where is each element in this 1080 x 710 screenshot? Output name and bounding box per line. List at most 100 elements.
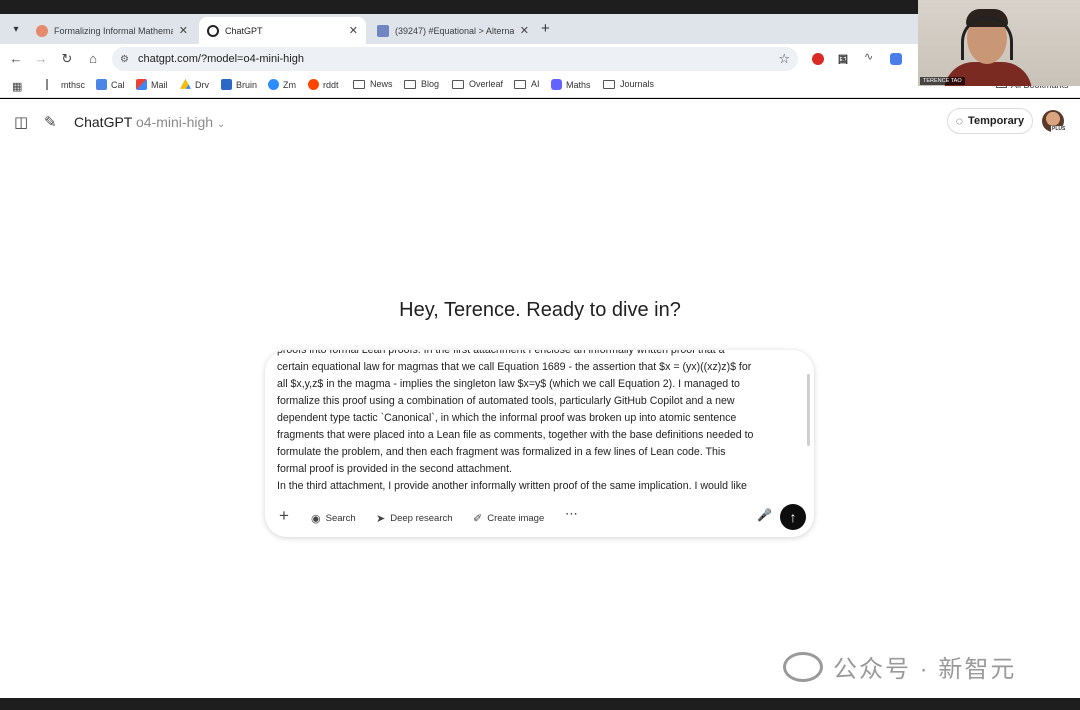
bookmark-overleaf[interactable]: Overleaf bbox=[452, 79, 503, 89]
model-selector[interactable]: ChatGPT o4-mini-high ⌄ bbox=[74, 114, 225, 130]
gmail-icon bbox=[136, 79, 147, 90]
bookmark-label: Overleaf bbox=[469, 79, 504, 89]
opera-extension-icon[interactable] bbox=[812, 53, 824, 65]
prompt-line: formulate the problem, and then each fra… bbox=[277, 446, 726, 458]
screen-bottom-bar bbox=[0, 698, 1080, 710]
tab-chatgpt[interactable]: ChatGPT ✕ bbox=[199, 17, 366, 44]
tab-equational[interactable]: (39247) #Equational > Alternati ✕ bbox=[369, 17, 537, 44]
close-tab-icon[interactable]: ✕ bbox=[520, 24, 529, 37]
address-bar[interactable]: ⚙ chatgpt.com/?model=o4-mini-high ☆ bbox=[112, 47, 798, 71]
bookmark-label: News bbox=[370, 79, 393, 89]
temporary-label: Temporary bbox=[968, 115, 1025, 127]
create-image-label: Create image bbox=[487, 512, 545, 524]
extension-icon[interactable]: ∿ bbox=[864, 50, 876, 63]
forward-arrow-icon[interactable]: → bbox=[33, 51, 49, 66]
mthsc-icon bbox=[46, 79, 57, 90]
prompt-line: formalize this proof using a combination… bbox=[277, 395, 735, 407]
prompt-line: dependent type tactic `Canonical`, in wh… bbox=[277, 412, 737, 424]
prompt-composer: proofs into formal Lean proofs. In the f… bbox=[265, 350, 814, 537]
reddit-icon bbox=[308, 79, 319, 90]
webcam-name-tag: TERENCE TAO bbox=[920, 77, 965, 85]
google-translate-extension-icon[interactable] bbox=[890, 53, 902, 65]
send-button[interactable]: ↑ bbox=[780, 504, 806, 530]
bookmark-label: Zm bbox=[283, 79, 296, 90]
bookmark-ai[interactable]: AI bbox=[514, 79, 540, 89]
bookmark-drv[interactable]: Drv bbox=[180, 79, 209, 90]
url-text: chatgpt.com/?model=o4-mini-high bbox=[137, 53, 304, 65]
folder-icon bbox=[353, 79, 365, 89]
folder-icon bbox=[603, 79, 615, 89]
greeting-heading: Hey, Terence. Ready to dive in? bbox=[399, 299, 681, 321]
search-tool-label: Search bbox=[325, 512, 356, 524]
bookmark-label: Mail bbox=[151, 79, 168, 90]
headphones-icon bbox=[961, 16, 1013, 60]
temporary-chat-icon: ◌ bbox=[955, 114, 964, 128]
folder-icon bbox=[404, 79, 416, 89]
calendar-icon bbox=[96, 79, 107, 90]
bookmark-blog[interactable]: Blog bbox=[404, 79, 439, 89]
temporary-chat-button[interactable]: ◌ Temporary bbox=[947, 108, 1033, 134]
tab-title: Formalizing Informal Mathemat bbox=[54, 25, 173, 36]
bookmark-label: Maths bbox=[566, 79, 591, 90]
tab-title: ChatGPT bbox=[225, 25, 263, 36]
new-chat-icon[interactable]: ✎ bbox=[44, 113, 57, 131]
bookmark-mthsc[interactable]: mthsc bbox=[46, 79, 85, 90]
bookmark-label: mthsc bbox=[61, 79, 86, 90]
bookmark-cal[interactable]: Cal bbox=[96, 79, 125, 90]
create-image-button[interactable]: ✐ Create image bbox=[473, 508, 544, 528]
new-tab-icon[interactable]: + bbox=[541, 20, 550, 37]
close-tab-icon[interactable]: ✕ bbox=[179, 24, 188, 37]
deep-research-button[interactable]: ➤ Deep research bbox=[376, 508, 453, 528]
paintbrush-icon: ✐ bbox=[473, 512, 483, 525]
bookmark-mail[interactable]: Mail bbox=[136, 79, 168, 90]
wechat-logo-icon bbox=[783, 651, 823, 682]
bookmark-star-icon[interactable]: ☆ bbox=[778, 51, 790, 67]
telescope-icon: ➤ bbox=[376, 512, 386, 525]
more-tools-icon[interactable]: ⋯ bbox=[565, 506, 579, 522]
prompt-text: proofs into formal Lean proofs. In the f… bbox=[277, 350, 799, 495]
sidebar-toggle-icon[interactable]: ◫ bbox=[14, 113, 28, 131]
back-arrow-icon[interactable]: ← bbox=[8, 51, 24, 66]
translate-extension-icon[interactable]: 国 bbox=[838, 51, 850, 66]
bookmark-journals[interactable]: Journals bbox=[603, 79, 654, 89]
add-attachment-icon[interactable]: + bbox=[279, 506, 289, 526]
drive-icon bbox=[180, 79, 191, 89]
tab-title: (39247) #Equational > Alternati bbox=[395, 25, 514, 36]
watermark-text: 公众号 · 新智元 bbox=[833, 656, 1017, 683]
bookmark-zm[interactable]: Zm bbox=[268, 79, 296, 90]
site-settings-icon[interactable]: ⚙ bbox=[120, 54, 129, 65]
chatgpt-page: ◫ ✎ ChatGPT o4-mini-high ⌄ ◌ Temporary P… bbox=[0, 99, 1080, 698]
tab-formalizing[interactable]: Formalizing Informal Mathemat ✕ bbox=[28, 17, 196, 44]
bookmark-maths[interactable]: Maths bbox=[551, 79, 591, 90]
bookmark-rddt[interactable]: rddt bbox=[308, 79, 339, 90]
tab-favicon-icon bbox=[36, 24, 48, 37]
app-name: ChatGPT bbox=[74, 114, 133, 130]
bookmark-news[interactable]: News bbox=[353, 79, 393, 89]
bookmark-label: rddt bbox=[323, 79, 339, 90]
mastodon-icon bbox=[551, 79, 562, 90]
home-icon[interactable]: ⌂ bbox=[85, 51, 101, 66]
bookmark-label: AI bbox=[531, 79, 540, 89]
folder-icon bbox=[452, 79, 464, 89]
zulip-favicon-icon bbox=[377, 24, 389, 37]
bookmark-label: Cal bbox=[111, 79, 125, 90]
reload-icon[interactable]: ↻ bbox=[59, 51, 75, 67]
apps-grid-icon[interactable]: ▦ bbox=[12, 80, 22, 93]
search-tool-button[interactable]: ◉ Search bbox=[311, 508, 356, 528]
close-tab-icon[interactable]: ✕ bbox=[349, 24, 358, 37]
prompt-line: all $x,y,z$ in the magma - implies the s… bbox=[277, 378, 740, 390]
bookmark-label: Drv bbox=[195, 79, 209, 90]
prompt-line: fragments that were placed into a Lean f… bbox=[277, 429, 754, 441]
model-name: o4-mini-high bbox=[136, 114, 214, 130]
bruin-icon bbox=[221, 79, 232, 90]
prompt-scrollbar[interactable] bbox=[807, 374, 810, 446]
prompt-line: formal proof is provided in the second a… bbox=[277, 463, 512, 475]
microphone-icon[interactable]: 🎤 bbox=[757, 508, 772, 522]
deep-research-label: Deep research bbox=[390, 512, 453, 524]
bookmark-bruin[interactable]: Bruin bbox=[221, 79, 257, 90]
globe-icon: ◉ bbox=[311, 512, 321, 525]
prompt-input[interactable]: proofs into formal Lean proofs. In the f… bbox=[277, 350, 799, 500]
tab-search-chevron-icon[interactable]: ▾ bbox=[6, 19, 26, 39]
bookmark-label: Bruin bbox=[236, 79, 258, 90]
prompt-line: proofs into formal Lean proofs. In the f… bbox=[277, 350, 725, 356]
